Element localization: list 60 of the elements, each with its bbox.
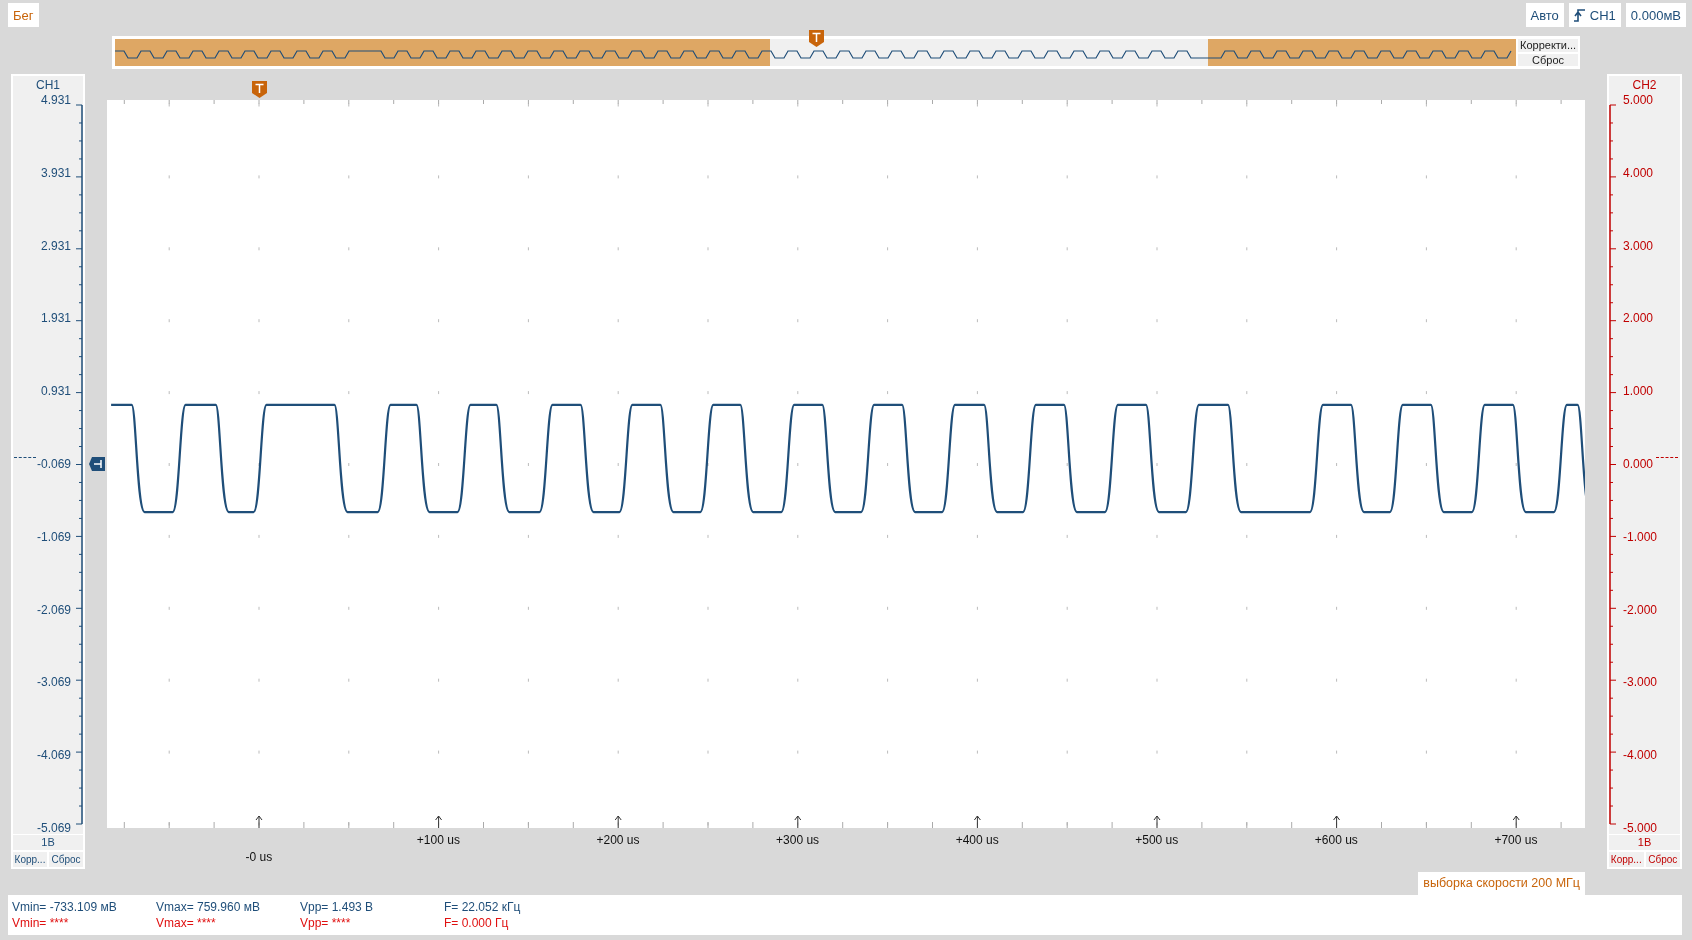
y-axis-label: 2.000 xyxy=(1623,311,1655,326)
x-axis-label: +500 us xyxy=(1134,833,1180,849)
y-axis-label: -1.069 xyxy=(36,529,71,544)
reset-button[interactable]: Сброс xyxy=(1645,852,1680,867)
y-axis-label: 1.931 xyxy=(39,311,71,326)
y-axis-label: -3.069 xyxy=(36,675,71,690)
trigger-marker-icon[interactable] xyxy=(809,30,824,47)
y-axis-label: 1.000 xyxy=(1623,384,1655,399)
measurement-value: Vpp= **** xyxy=(300,915,352,931)
y-axis-label: 5.000 xyxy=(1623,93,1655,107)
y-axis-label: 4.931 xyxy=(39,93,71,107)
level-dash xyxy=(14,457,36,458)
measurement-value: F= 0.000 Гц xyxy=(444,915,510,931)
channel-header[interactable]: CH1 xyxy=(11,74,85,94)
overview-strip[interactable]: Корректи... Сброс xyxy=(112,36,1580,69)
channel-level-marker-icon[interactable] xyxy=(89,457,105,471)
measurement-value: Vmin= **** xyxy=(12,915,70,931)
run-button[interactable]: Бег xyxy=(8,3,39,27)
rising-edge-icon xyxy=(1573,8,1586,22)
adjust-button[interactable]: Корректи... xyxy=(1518,39,1579,52)
trigger-marker-icon[interactable] xyxy=(252,81,267,98)
x-axis-label: +100 us xyxy=(415,833,461,849)
y-axis-label: -0.069 xyxy=(36,457,71,471)
measurement-value: F= 22.052 кГц xyxy=(444,899,522,915)
y-axis-label: -1.000 xyxy=(1623,529,1658,544)
x-axis-label: +300 us xyxy=(775,833,821,849)
measurement-value: Vmax= **** xyxy=(156,915,217,931)
x-axis-label: -0 us xyxy=(244,850,274,866)
y-axis-label: 0.000 xyxy=(1623,457,1655,471)
y-axis-label: -5.000 xyxy=(1623,820,1658,835)
volts-per-division[interactable]: 1В xyxy=(1609,835,1680,850)
y-axis-label: -3.000 xyxy=(1623,675,1658,690)
x-axis-label: +200 us xyxy=(595,833,641,849)
measurement-value: Vmax= 759.960 мВ xyxy=(156,899,261,915)
y-axis-label: 3.931 xyxy=(39,165,71,180)
y-axis-label: 4.000 xyxy=(1623,165,1655,180)
y-axis-label: -2.000 xyxy=(1623,602,1658,617)
y-axis-label: -4.069 xyxy=(36,748,71,763)
level-dash xyxy=(1656,457,1678,458)
y-axis-label: 3.000 xyxy=(1623,238,1655,253)
trigger-mode-button[interactable]: Авто xyxy=(1525,3,1564,27)
trigger-level-button[interactable]: 0.000мВ xyxy=(1625,3,1686,27)
measurement-value: Vpp= 1.493 В xyxy=(300,899,375,915)
adjust-button[interactable]: Корр... xyxy=(1609,852,1644,867)
y-axis-label: -2.069 xyxy=(36,602,71,617)
measurement-value: Vmin= -733.109 мВ xyxy=(12,899,118,915)
y-axis-label: 0.931 xyxy=(39,384,71,399)
adjust-button[interactable]: Корр... xyxy=(13,852,47,867)
sample-rate-label: выборка скорости 200 МГц xyxy=(1418,872,1585,895)
volts-per-division[interactable]: 1В xyxy=(13,835,83,850)
reset-button[interactable]: Сброс xyxy=(49,852,83,867)
channel-header[interactable]: CH2 xyxy=(1607,74,1682,94)
reset-button[interactable]: Сброс xyxy=(1518,53,1579,66)
trigger-source-button[interactable]: CH1 xyxy=(1568,3,1621,27)
y-axis-label: 2.931 xyxy=(39,238,71,253)
x-axis-label: +700 us xyxy=(1493,833,1539,849)
y-axis-label: -4.000 xyxy=(1623,748,1658,763)
y-axis-label: -5.069 xyxy=(36,820,71,835)
x-axis-label: +600 us xyxy=(1313,833,1359,849)
x-axis-label: +400 us xyxy=(954,833,1000,849)
